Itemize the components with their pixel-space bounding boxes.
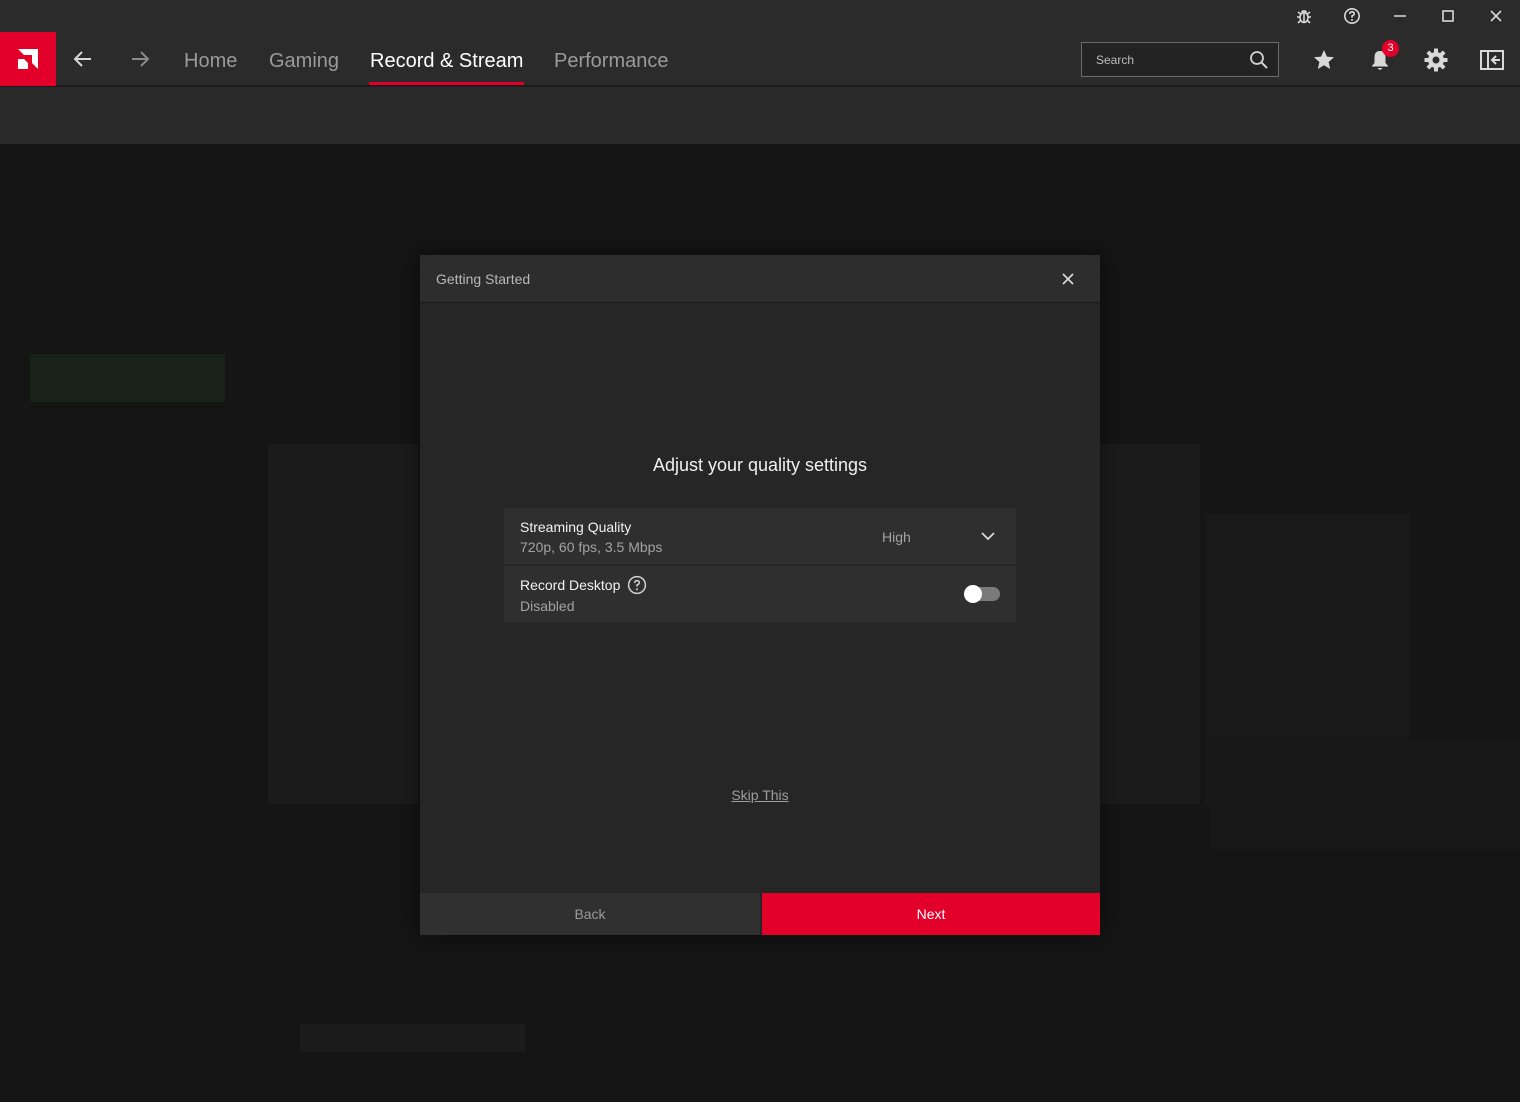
- search-icon[interactable]: [1249, 50, 1269, 75]
- streaming-quality-details: 720p, 60 fps, 3.5 Mbps: [520, 539, 663, 555]
- tab-record-stream[interactable]: Record & Stream: [368, 32, 525, 86]
- dialog-heading: Adjust your quality settings: [652, 455, 868, 475]
- search-input[interactable]: [1082, 43, 1242, 76]
- record-desktop-label: Record Desktop: [520, 577, 621, 593]
- forward-arrow-icon[interactable]: [127, 46, 153, 72]
- next-button[interactable]: Next: [762, 893, 1100, 935]
- search-box: [1081, 42, 1279, 77]
- close-window-icon[interactable]: [1482, 4, 1510, 28]
- sub-header: [0, 87, 1520, 144]
- getting-started-dialog: Getting Started Adjust your quality sett…: [420, 255, 1100, 935]
- record-desktop-status: Disabled: [520, 598, 575, 614]
- dialog-title: Getting Started: [436, 271, 531, 287]
- amd-logo-icon[interactable]: [0, 32, 56, 86]
- tab-gaming[interactable]: Gaming: [269, 32, 339, 86]
- record-desktop-row: Record Desktop Disabled: [504, 566, 1016, 622]
- minimize-icon[interactable]: [1386, 4, 1414, 28]
- maximize-icon[interactable]: [1434, 4, 1462, 28]
- bg-panel: [1100, 444, 1200, 804]
- tab-home[interactable]: Home: [184, 32, 237, 86]
- close-dialog-icon[interactable]: [1058, 269, 1078, 289]
- bg-panel: [30, 354, 225, 402]
- chevron-down-icon[interactable]: [980, 529, 996, 548]
- streaming-quality-label: Streaming Quality: [520, 519, 632, 535]
- back-arrow-icon[interactable]: [70, 46, 96, 72]
- back-button[interactable]: Back: [420, 893, 760, 935]
- notification-badge: 3: [1382, 40, 1399, 57]
- sidebar-toggle-icon[interactable]: [1478, 46, 1506, 74]
- dialog-footer: Back Next: [420, 893, 1100, 935]
- toggle-knob: [964, 585, 982, 603]
- window-titlebar: [0, 0, 1520, 32]
- bg-panel: [268, 444, 418, 804]
- dialog-header: Getting Started: [420, 255, 1100, 303]
- bug-report-icon[interactable]: [1290, 4, 1318, 28]
- star-icon[interactable]: [1310, 46, 1338, 74]
- help-icon[interactable]: [1338, 4, 1366, 28]
- skip-this-link[interactable]: Skip This: [420, 787, 1100, 803]
- gear-icon[interactable]: [1422, 46, 1450, 74]
- bg-panel: [300, 1024, 525, 1052]
- streaming-quality-value[interactable]: High: [882, 529, 911, 545]
- help-circle-icon[interactable]: [627, 575, 647, 600]
- streaming-quality-row[interactable]: Streaming Quality 720p, 60 fps, 3.5 Mbps…: [504, 508, 1016, 564]
- record-desktop-toggle[interactable]: [964, 585, 1000, 603]
- main-navbar: Home Gaming Record & Stream Performance: [0, 32, 1520, 86]
- bg-panel: [1210, 739, 1520, 849]
- tab-performance[interactable]: Performance: [554, 32, 669, 86]
